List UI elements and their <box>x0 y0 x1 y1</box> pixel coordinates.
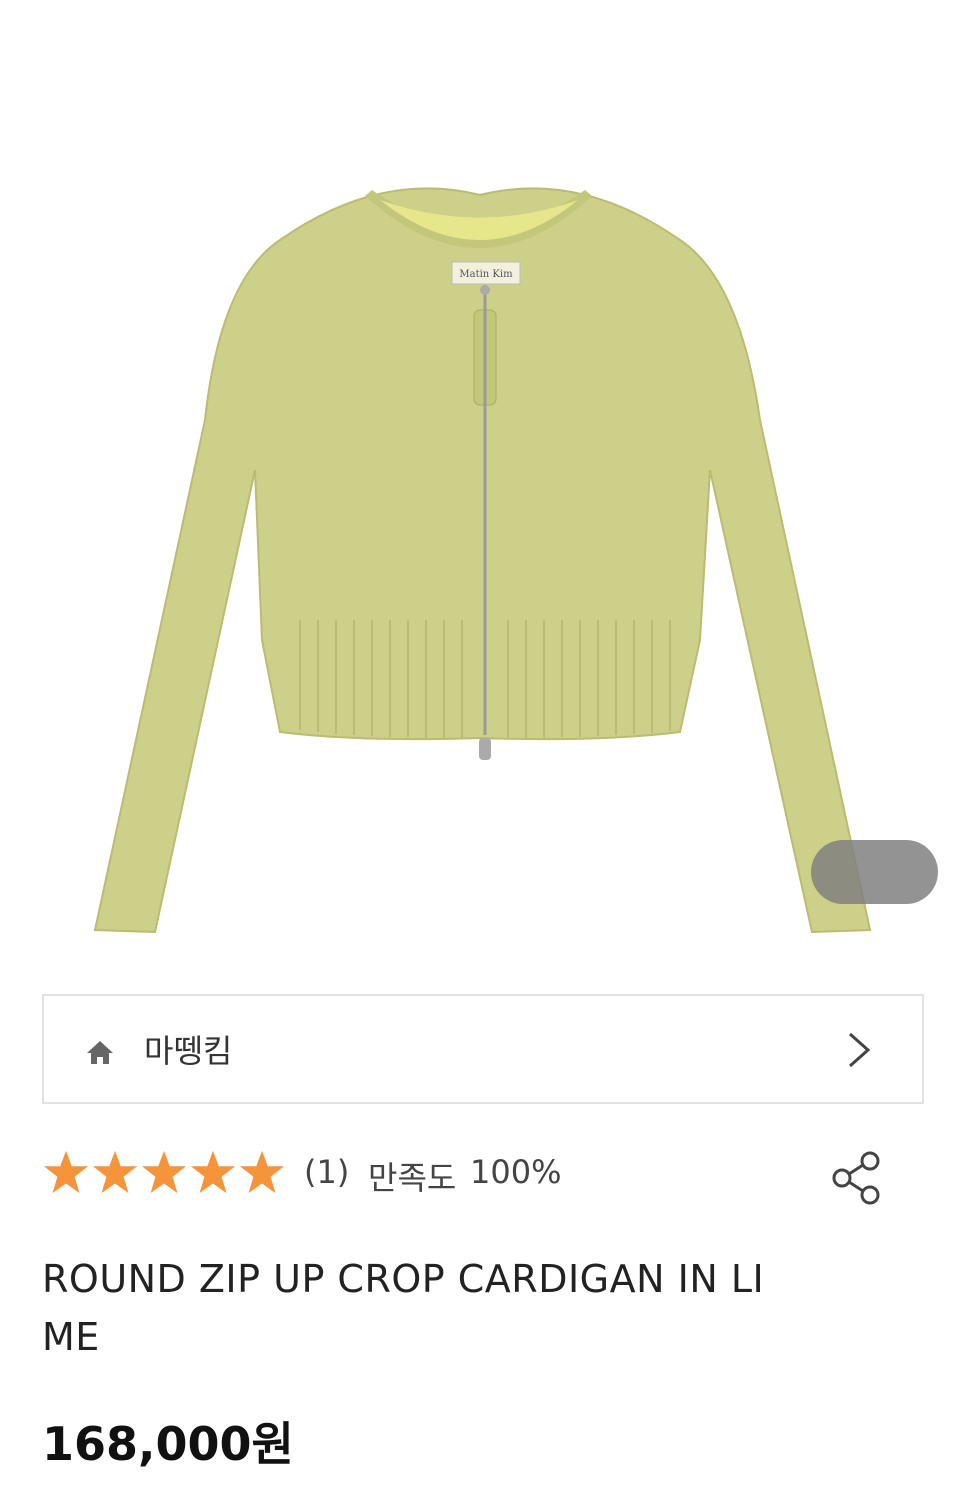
star-icon <box>239 1150 285 1194</box>
star-icon <box>92 1150 138 1194</box>
garment-label-text: Matin Kim <box>459 269 513 280</box>
product-image[interactable]: Matin Kim <box>0 0 968 960</box>
home-icon <box>87 1041 113 1064</box>
satisfaction-value: 100% <box>470 1153 562 1191</box>
image-pager-indicator[interactable] <box>811 840 938 904</box>
brand-shop-link[interactable]: 마뗑킴 <box>42 994 924 1104</box>
product-title: ROUND ZIP UP CROP CARDIGAN IN LIME <box>42 1257 765 1359</box>
rating-stars[interactable] <box>42 1147 286 1203</box>
star-icon <box>141 1150 187 1194</box>
review-count[interactable]: (1) <box>304 1153 349 1191</box>
chevron-right-icon <box>849 1032 871 1068</box>
star-icon <box>190 1150 236 1194</box>
product-price: 168,000원 <box>42 1417 294 1471</box>
cardigan-illustration: Matin Kim <box>93 187 872 934</box>
share-icon[interactable] <box>830 1149 886 1207</box>
satisfaction-label: 만족도 <box>368 1159 457 1197</box>
rating-row: (1) 만족도 100% <box>42 1145 926 1209</box>
brand-name: 마뗑킴 <box>144 1032 233 1070</box>
star-icon <box>43 1150 89 1194</box>
